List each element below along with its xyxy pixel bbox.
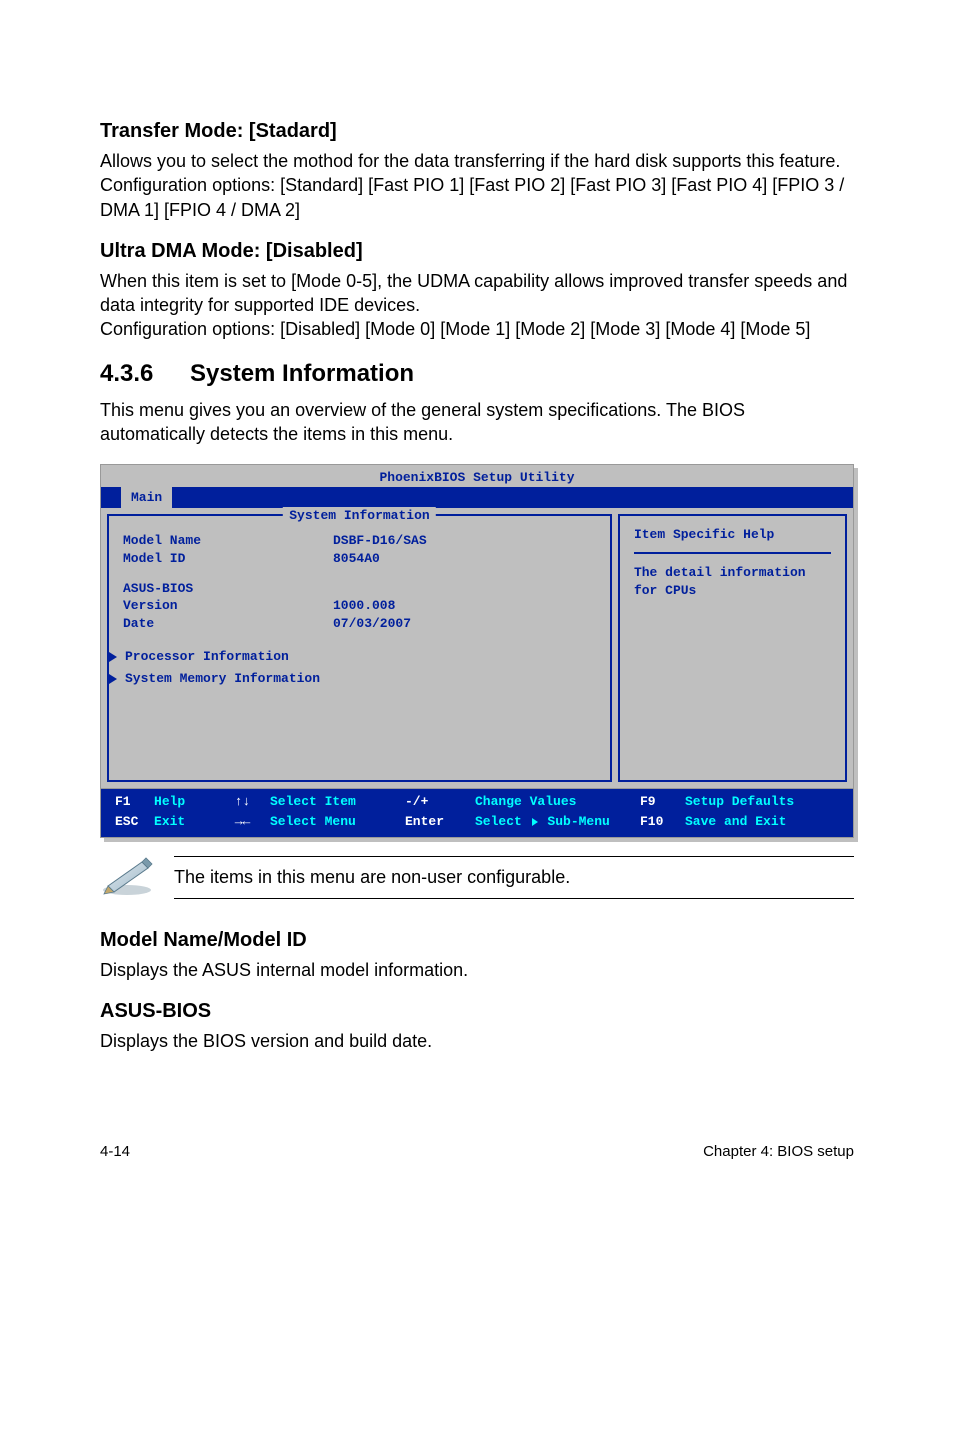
key-esc: ESC (115, 814, 138, 829)
key-arrows-updown: ↑↓ (235, 793, 251, 811)
note-callout: The items in this menu are non-user conf… (100, 856, 854, 901)
bios-help-header: Item Specific Help (634, 526, 831, 554)
heading-ultra-dma: Ultra DMA Mode: [Disabled] (100, 240, 854, 263)
label-select-item: Select Item (270, 793, 405, 811)
key-arrows-leftright: →← (235, 813, 251, 831)
bios-main-pane: System Information Model Name DSBF-D16/S… (107, 514, 612, 782)
para-model-name-id: Displays the ASUS internal model informa… (100, 958, 854, 982)
section-number: 4.3.6 (100, 360, 190, 388)
label-date: Date (123, 615, 333, 633)
label-select-menu: Select Menu (270, 813, 405, 831)
pencil-note-icon (100, 856, 154, 901)
label-change-values: Change Values (475, 793, 640, 811)
key-enter: Enter (405, 813, 475, 831)
bios-tab-row: Main (100, 487, 854, 509)
heading-asus-bios: ASUS-BIOS (100, 1000, 854, 1023)
para-asus-bios: Displays the BIOS version and build date… (100, 1029, 854, 1053)
bios-titlebar: PhoenixBIOS Setup Utility (100, 464, 854, 487)
para-ultra-dma: When this item is set to [Mode 0-5], the… (100, 269, 854, 342)
chapter-label: Chapter 4: BIOS setup (703, 1143, 854, 1160)
submenu-label: Processor Information (125, 648, 289, 666)
page-footer: 4-14 Chapter 4: BIOS setup (100, 1143, 854, 1160)
bios-main-header: System Information (283, 507, 435, 525)
key-minus-plus: -/+ (405, 793, 475, 811)
submenu-processor-info[interactable]: Processor Information (103, 648, 596, 666)
key-f1: F1 (115, 794, 131, 809)
submenu-label: System Memory Information (125, 670, 320, 688)
note-text: The items in this menu are non-user conf… (174, 867, 570, 887)
label-save-exit: Save and Exit (685, 813, 839, 831)
submenu-system-memory-info[interactable]: System Memory Information (103, 670, 596, 688)
label-select-submenu: Select Sub-MenuSelect Sub-Menu (475, 813, 640, 831)
label-setup-defaults: Setup Defaults (685, 793, 839, 811)
heading-model-name-id: Model Name/Model ID (100, 929, 854, 952)
label-version: Version (123, 597, 333, 615)
tab-main[interactable]: Main (121, 487, 172, 509)
chevron-right-icon (109, 652, 117, 662)
page-number: 4-14 (100, 1143, 130, 1160)
bios-footer: F1 Help ESC Exit ↑↓ →← Select Item Selec… (100, 789, 854, 837)
value-version: 1000.008 (333, 597, 395, 615)
heading-system-information: 4.3.6System Information (100, 360, 854, 388)
label-help: Help (154, 794, 185, 809)
label-exit: Exit (154, 814, 185, 829)
label-asus-bios: ASUS-BIOS (123, 580, 333, 598)
value-model-name: DSBF-D16/SAS (333, 532, 427, 550)
chevron-right-icon (532, 818, 538, 826)
section-title: System Information (190, 360, 414, 387)
value-date: 07/03/2007 (333, 615, 411, 633)
heading-transfer-mode: Transfer Mode: [Stadard] (100, 120, 854, 143)
para-system-information: This menu gives you an overview of the g… (100, 398, 854, 447)
bios-help-text: The detail information for CPUs (634, 564, 831, 599)
bios-setup-panel: PhoenixBIOS Setup Utility Main System In… (100, 464, 854, 837)
bios-help-pane: Item Specific Help The detail informatio… (618, 514, 847, 782)
value-model-id: 8054A0 (333, 550, 380, 568)
key-f9: F9 (640, 793, 685, 811)
label-model-id: Model ID (123, 550, 333, 568)
chevron-right-icon (109, 674, 117, 684)
key-f10: F10 (640, 813, 685, 831)
para-transfer-mode: Allows you to select the mothod for the … (100, 149, 854, 222)
label-model-name: Model Name (123, 532, 333, 550)
